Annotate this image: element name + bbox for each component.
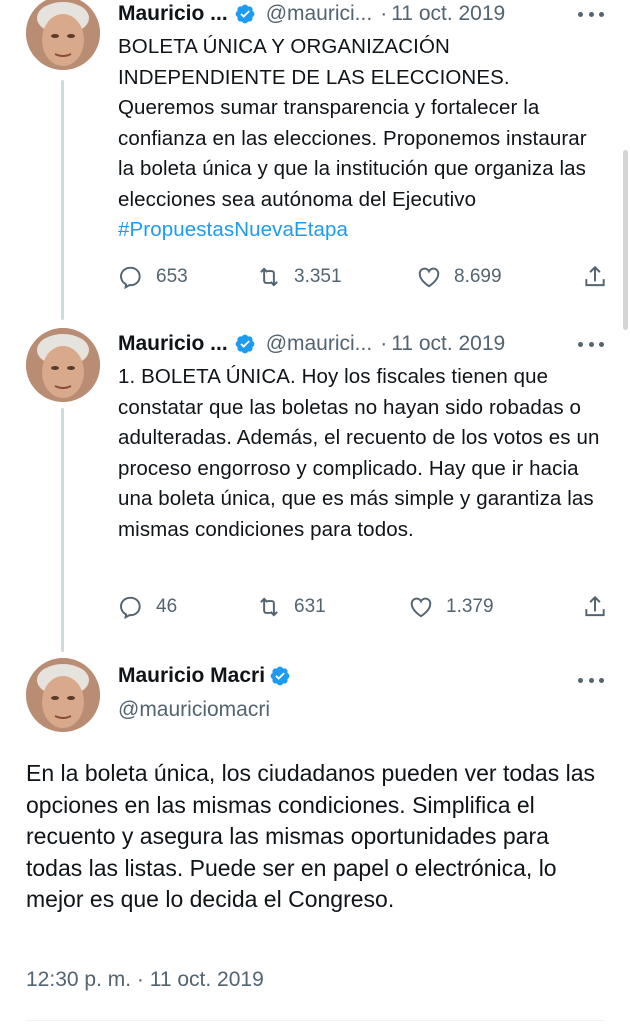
like-icon: [418, 267, 440, 288]
tweet-text: En la boleta única, los ciudadanos puede…: [26, 760, 596, 912]
avatar[interactable]: [26, 658, 100, 732]
tweet-text: 1. BOLETA ÚNICA. Hoy los fiscales tienen…: [118, 365, 600, 541]
separator-dot: ·: [380, 332, 388, 355]
thread-tweet[interactable]: Mauricio ... @maurici... · 11 oct. 2019 …: [0, 328, 630, 650]
reply-button[interactable]: 46: [118, 594, 177, 620]
avatar[interactable]: [26, 328, 100, 402]
reply-icon: [120, 266, 141, 290]
author-handle[interactable]: @maurici...: [266, 332, 373, 356]
tweet-text-plain: BOLETA ÚNICA Y ORGANIZACIÓN INDEPENDIENT…: [118, 35, 587, 211]
share-button[interactable]: [582, 264, 608, 295]
verified-badge-icon: [235, 334, 255, 354]
avatar[interactable]: [26, 0, 100, 70]
share-button[interactable]: [582, 594, 608, 625]
like-icon: [410, 597, 432, 618]
tweet-header: Mauricio ... @maurici... · 11 oct. 2019: [118, 330, 505, 358]
verified-badge-icon: [235, 4, 255, 24]
thread-tweet[interactable]: Mauricio ... @maurici... · 11 oct. 2019 …: [0, 0, 630, 320]
author-handle[interactable]: @mauriciomacri: [118, 698, 270, 722]
retweet-icon: [260, 267, 278, 287]
author-name[interactable]: Mauricio ...: [118, 2, 228, 26]
like-button[interactable]: 1.379: [408, 594, 494, 620]
reply-count: 46: [156, 596, 178, 617]
author-handle[interactable]: @maurici...: [266, 2, 373, 26]
focused-tweet: Mauricio Macri @mauriciomacri En la bole…: [0, 658, 630, 1024]
tweet-date[interactable]: 11 oct. 2019: [391, 2, 505, 26]
retweet-count: 631: [294, 596, 326, 617]
retweet-button[interactable]: 631: [256, 594, 326, 620]
verified-badge-icon: [270, 666, 290, 686]
tweet-header: Mauricio ... @maurici... · 11 oct. 2019: [118, 0, 505, 28]
retweet-icon: [260, 597, 278, 617]
reply-icon: [120, 596, 141, 620]
author-row: Mauricio Macri: [118, 664, 301, 688]
retweet-button[interactable]: 3.351: [256, 264, 342, 290]
hashtag-link[interactable]: #PropuestasNuevaEtapa: [118, 218, 348, 241]
more-icon[interactable]: [578, 670, 604, 690]
tweet-actions: 46 631 1.379: [118, 594, 608, 624]
share-icon: [585, 265, 605, 287]
reply-count: 653: [156, 266, 188, 287]
tweet-timestamp[interactable]: 12:30 p. m. · 11 oct. 2019: [26, 968, 264, 992]
author-name[interactable]: Mauricio Macri: [118, 664, 265, 688]
like-button[interactable]: 8.699: [416, 264, 502, 290]
author-name[interactable]: Mauricio ...: [118, 332, 228, 356]
tweet-actions: 653 3.351 8.699: [118, 264, 608, 294]
like-count: 1.379: [446, 596, 494, 617]
more-icon[interactable]: [578, 4, 604, 24]
separator-dot: ·: [380, 2, 388, 25]
retweet-count: 3.351: [294, 266, 342, 287]
tweet-date[interactable]: 11 oct. 2019: [391, 332, 505, 356]
like-count: 8.699: [454, 266, 502, 287]
share-icon: [585, 595, 605, 617]
reply-button[interactable]: 653: [118, 264, 188, 290]
divider: [26, 1020, 604, 1021]
more-icon[interactable]: [578, 334, 604, 354]
tweet-text: BOLETA ÚNICA Y ORGANIZACIÓN INDEPENDIENT…: [118, 32, 608, 246]
